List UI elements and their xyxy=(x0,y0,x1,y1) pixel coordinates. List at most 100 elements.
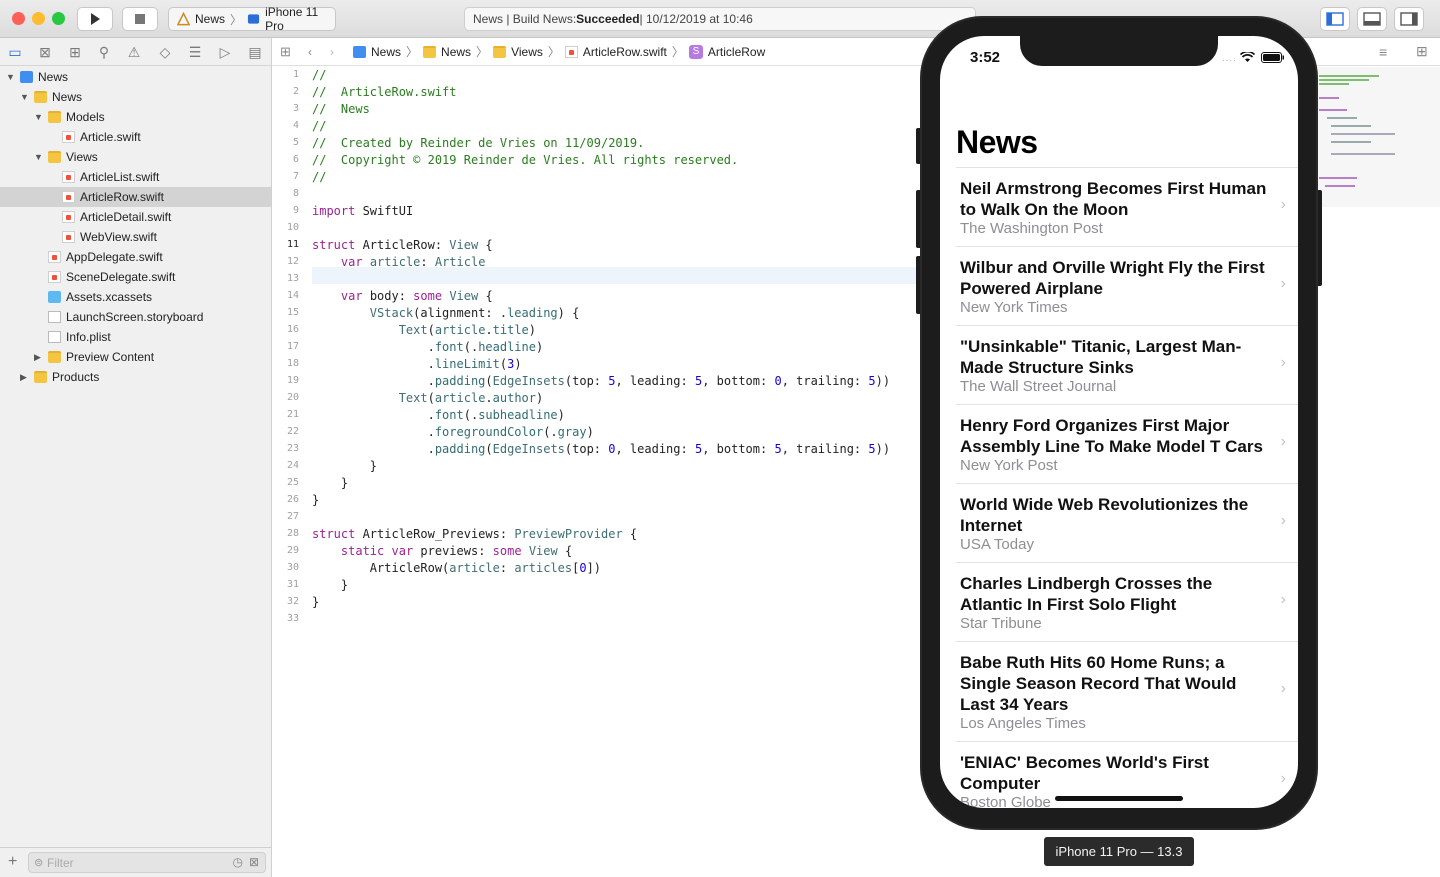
code-line[interactable]: import SwiftUI xyxy=(312,203,413,220)
list-item[interactable]: Babe Ruth Hits 60 Home Runs; a Single Se… xyxy=(956,641,1298,741)
code-line[interactable]: struct ArticleRow: View { xyxy=(312,237,493,254)
folder-icon xyxy=(34,91,47,103)
code-line[interactable]: .font(.headline) xyxy=(312,339,544,356)
tree-item-articlerow-swift[interactable]: ArticleRow.swift xyxy=(0,187,271,207)
tree-item-appdelegate-swift[interactable]: AppDelegate.swift xyxy=(0,247,271,267)
app-target-icon xyxy=(177,12,191,26)
disclosure-open-icon[interactable]: ▼ xyxy=(20,92,29,102)
breadcrumb-file[interactable]: ArticleRow.swift xyxy=(583,45,667,59)
toggle-inspector-button[interactable] xyxy=(1394,7,1424,31)
line-number: 9 xyxy=(292,205,299,216)
toggle-debug-area-button[interactable] xyxy=(1357,7,1387,31)
code-line[interactable]: } xyxy=(312,577,348,594)
add-icon[interactable]: + xyxy=(8,853,17,871)
issue-navigator-icon[interactable]: ⚠ xyxy=(125,43,143,61)
tree-item-webview-swift[interactable]: WebView.swift xyxy=(0,227,271,247)
add-editor-icon[interactable]: ⊞ xyxy=(1416,43,1428,60)
breadcrumb-symbol[interactable]: ArticleRow xyxy=(708,45,765,59)
disclosure-closed-icon[interactable]: ▶ xyxy=(20,372,27,383)
tree-item-info-plist[interactable]: Info.plist xyxy=(0,327,271,347)
breakpoint-navigator-icon[interactable]: ▷ xyxy=(216,43,234,61)
tree-item-products[interactable]: ▶ Products xyxy=(0,367,271,387)
code-line[interactable]: .lineLimit(3) xyxy=(312,356,522,373)
test-navigator-icon[interactable]: ◇ xyxy=(156,43,174,61)
code-line[interactable]: struct ArticleRow_Previews: PreviewProvi… xyxy=(312,526,637,543)
debug-navigator-icon[interactable]: ☰ xyxy=(186,43,204,61)
code-line[interactable]: } xyxy=(312,492,319,509)
tree-item-group-views[interactable]: ▼ Views xyxy=(0,147,271,167)
disclosure-open-icon[interactable]: ▼ xyxy=(34,112,43,122)
stop-icon xyxy=(135,14,145,24)
breadcrumb-project[interactable]: News xyxy=(371,45,401,59)
minimap[interactable] xyxy=(1315,67,1440,207)
code-line[interactable]: } xyxy=(312,594,319,611)
close-window-button[interactable] xyxy=(12,12,25,25)
folder-icon xyxy=(48,151,61,163)
tree-item-article-swift[interactable]: Article.swift xyxy=(0,127,271,147)
run-button[interactable] xyxy=(77,7,113,31)
tree-item-launchscreen[interactable]: LaunchScreen.storyboard xyxy=(0,307,271,327)
list-item[interactable]: Charles Lindbergh Crosses the Atlantic I… xyxy=(956,562,1298,641)
code-line[interactable]: .padding(EdgeInsets(top: 0, leading: 5, … xyxy=(312,441,890,458)
code-line[interactable]: var body: some View { xyxy=(312,288,493,305)
disclosure-open-icon[interactable]: ▼ xyxy=(6,72,15,82)
line-number: 25 xyxy=(286,477,299,488)
list-item[interactable]: Neil Armstrong Becomes First Human to Wa… xyxy=(956,167,1298,246)
breadcrumb-group[interactable]: News xyxy=(441,45,471,59)
code-line[interactable]: // Created by Reinder de Vries on 11/09/… xyxy=(312,135,644,152)
forward-icon[interactable]: › xyxy=(330,45,334,59)
stop-button[interactable] xyxy=(122,7,158,31)
source-control-icon[interactable]: ⊠ xyxy=(36,43,54,61)
list-item[interactable]: Wilbur and Orville Wright Fly the First … xyxy=(956,246,1298,325)
list-item[interactable]: World Wide Web Revolutionizes the Intern… xyxy=(956,483,1298,562)
activity-status: News | Build News: Succeeded | 10/12/201… xyxy=(464,7,976,31)
disclosure-closed-icon[interactable]: ▶ xyxy=(34,352,41,363)
tree-item-articledetail-swift[interactable]: ArticleDetail.swift xyxy=(0,207,271,227)
swift-file-icon xyxy=(48,251,61,263)
tree-item-group-news[interactable]: ▼ News xyxy=(0,87,271,107)
folder-navigator-icon[interactable]: ▭ xyxy=(6,43,24,61)
code-line[interactable]: .foregroundColor(.gray) xyxy=(312,424,594,441)
code-line[interactable]: var article: Article xyxy=(312,254,486,271)
code-line[interactable]: // xyxy=(312,67,326,84)
code-line[interactable]: // xyxy=(312,118,326,135)
code-line[interactable]: Text(article.title) xyxy=(312,322,536,339)
code-line[interactable]: // News xyxy=(312,101,370,118)
list-item[interactable]: Henry Ford Organizes First Major Assembl… xyxy=(956,404,1298,483)
list-item[interactable]: "Unsinkable" Titanic, Largest Man-Made S… xyxy=(956,325,1298,404)
code-line[interactable]: } xyxy=(312,475,348,492)
report-navigator-icon[interactable]: ▤ xyxy=(246,43,264,61)
back-icon[interactable]: ‹ xyxy=(308,45,312,59)
code-line[interactable]: .font(.subheadline) xyxy=(312,407,565,424)
breadcrumb-folder[interactable]: Views xyxy=(511,45,543,59)
code-line[interactable]: } xyxy=(312,458,377,475)
code-line[interactable]: static var previews: some View { xyxy=(312,543,572,560)
tree-item-preview-content[interactable]: ▶ Preview Content xyxy=(0,347,271,367)
disclosure-open-icon[interactable]: ▼ xyxy=(34,152,43,162)
editor-options-icon[interactable]: ≡ xyxy=(1379,44,1387,60)
tree-item-articlelist-swift[interactable]: ArticleList.swift xyxy=(0,167,271,187)
find-navigator-icon[interactable]: ⚲ xyxy=(95,43,113,61)
code-line[interactable]: ArticleRow(article: articles[0]) xyxy=(312,560,601,577)
tree-item-scenedelegate-swift[interactable]: SceneDelegate.swift xyxy=(0,267,271,287)
zoom-window-button[interactable] xyxy=(52,12,65,25)
code-line[interactable]: VStack(alignment: .leading) { xyxy=(312,305,580,322)
related-items-icon[interactable]: ⊞ xyxy=(280,44,291,60)
code-line[interactable]: // Copyright © 2019 Reinder de Vries. Al… xyxy=(312,152,738,169)
code-line[interactable]: // ArticleRow.swift xyxy=(312,84,457,101)
toggle-navigator-button[interactable] xyxy=(1320,7,1350,31)
recent-files-icon[interactable]: ◷ xyxy=(233,855,243,869)
minimize-window-button[interactable] xyxy=(32,12,45,25)
preview-device-label[interactable]: iPhone 11 Pro — 13.3 xyxy=(1044,837,1194,866)
tree-item-group-models[interactable]: ▼ Models xyxy=(0,107,271,127)
navigator-filter-input[interactable]: ⊜ Filter ◷ ⊠ xyxy=(28,852,266,873)
code-line[interactable]: // xyxy=(312,169,326,186)
tree-item-project-news[interactable]: ▼ News xyxy=(0,67,271,87)
code-line[interactable]: Text(article.author) xyxy=(312,390,544,407)
preview-screen[interactable]: 3:52 ···· News Neil Armstrong Becomes Fi… xyxy=(940,36,1298,808)
tree-item-assets[interactable]: Assets.xcassets xyxy=(0,287,271,307)
source-control-filter-icon[interactable]: ⊠ xyxy=(249,855,259,869)
code-line[interactable]: .padding(EdgeInsets(top: 5, leading: 5, … xyxy=(312,373,890,390)
symbol-navigator-icon[interactable]: ⊞ xyxy=(66,43,84,61)
scheme-selector[interactable]: News 〉 iPhone 11 Pro xyxy=(168,5,336,33)
